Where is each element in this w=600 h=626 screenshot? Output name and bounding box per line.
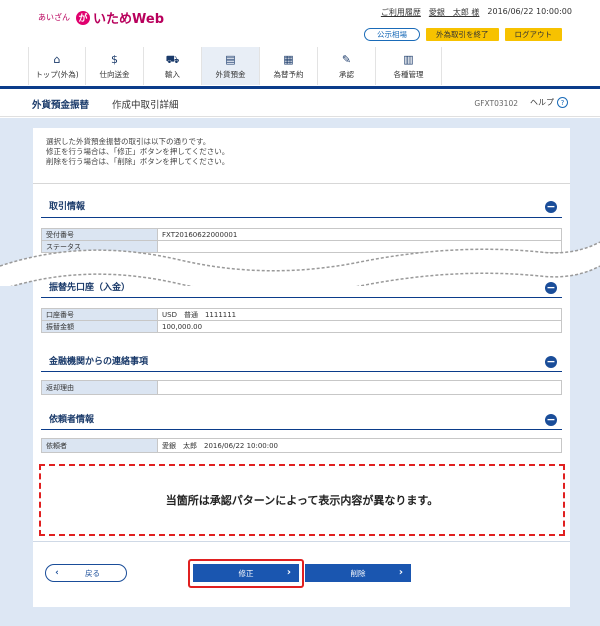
requester-table: 依頼者 愛銀 太郎 2016/06/22 10:00:00 bbox=[41, 438, 562, 453]
login-datetime: 2016/06/22 10:00:00 bbox=[487, 7, 572, 16]
back-label: 戻る bbox=[85, 568, 100, 578]
top-buttons: 公示相場 外為取引を終了 ログアウト bbox=[364, 28, 562, 41]
section-underline bbox=[41, 217, 562, 218]
deposit-icon: ▤ bbox=[225, 52, 236, 66]
delete-label: 削除 bbox=[350, 568, 366, 578]
table-row: 返却理由 bbox=[41, 380, 562, 395]
row-value: USD 普通 1111111 bbox=[157, 308, 562, 321]
global-nav: ⌂ トップ(外為) $ 仕向送金 ⛟ 輸入 ▤ 外貨預金 ▦ 為替予約 ✎ 承認… bbox=[28, 47, 442, 85]
nav-top[interactable]: ⌂ トップ(外為) bbox=[28, 47, 86, 85]
row-label: 返却理由 bbox=[41, 380, 158, 395]
section-title-bank-notice: 金融機関からの連絡事項 bbox=[49, 357, 149, 367]
settings-icon: ▥ bbox=[403, 52, 414, 66]
destination-table: 口座番号 USD 普通 1111111 振替金額 100,000.00 bbox=[41, 308, 562, 333]
delete-button[interactable]: 削除 › bbox=[305, 564, 411, 582]
row-label: 振替金額 bbox=[41, 320, 158, 333]
table-row: 口座番号 USD 普通 1111111 bbox=[41, 308, 562, 321]
page-title: 作成中取引詳細 bbox=[112, 100, 179, 111]
intro-line: 選択した外貨預金振替の取引は以下の通りです。 bbox=[46, 137, 211, 146]
home-icon: ⌂ bbox=[53, 52, 61, 66]
row-label: 口座番号 bbox=[41, 308, 158, 321]
detail-panel: 選択した外貨預金振替の取引は以下の通りです。 修正を行う場合は、「修正」ボタンを… bbox=[33, 128, 570, 541]
help-icon: ? bbox=[557, 97, 568, 108]
section-title-transaction: 取引情報 bbox=[49, 202, 86, 212]
import-icon: ⛟ bbox=[165, 52, 180, 66]
logo-small-text: あいざん bbox=[38, 13, 70, 22]
intro-line: 削除を行う場合は、「削除」ボタンを押してください。 bbox=[46, 157, 230, 166]
nav-label: 輸入 bbox=[165, 69, 180, 79]
public-rate-button[interactable]: 公示相場 bbox=[364, 28, 420, 41]
fx-contract-icon: ▦ bbox=[283, 52, 294, 66]
help-link[interactable]: ヘルプ ? bbox=[530, 97, 568, 108]
intro-text: 選択した外貨預金振替の取引は以下の通りです。 修正を行う場合は、「修正」ボタンを… bbox=[46, 137, 229, 167]
nav-label: 各種管理 bbox=[393, 69, 424, 79]
row-value: 100,000.00 bbox=[157, 320, 562, 333]
end-fx-button[interactable]: 外為取引を終了 bbox=[426, 28, 499, 41]
approval-icon: ✎ bbox=[341, 52, 352, 66]
table-row: 依頼者 愛銀 太郎 2016/06/22 10:00:00 bbox=[41, 438, 562, 453]
screen-id: GFXT03102 bbox=[474, 99, 518, 108]
nav-label: 仕向送金 bbox=[99, 69, 130, 79]
nav-deposit[interactable]: ▤ 外貨預金 bbox=[202, 47, 260, 85]
nav-remittance[interactable]: $ 仕向送金 bbox=[86, 47, 144, 85]
user-name[interactable]: 愛銀 太郎 様 bbox=[429, 7, 480, 18]
section-underline bbox=[41, 371, 562, 372]
logout-button[interactable]: ログアウト bbox=[504, 28, 562, 41]
table-row: 振替金額 100,000.00 bbox=[41, 320, 562, 333]
chevron-right-icon: › bbox=[286, 567, 291, 578]
row-label: 依頼者 bbox=[41, 438, 158, 453]
chevron-left-icon: ‹ bbox=[55, 568, 59, 578]
row-value bbox=[157, 380, 562, 395]
remittance-icon: $ bbox=[111, 52, 118, 66]
row-value: 愛銀 太郎 2016/06/22 10:00:00 bbox=[157, 438, 562, 453]
nav-label: 為替予約 bbox=[273, 69, 304, 79]
collapse-icon[interactable]: − bbox=[545, 356, 557, 368]
bank-logo[interactable]: あいざん が いためWeb bbox=[38, 8, 164, 27]
back-button[interactable]: ‹ 戻る bbox=[45, 564, 127, 582]
modify-button[interactable]: 修正 › bbox=[193, 564, 299, 582]
bank-notice-table: 返却理由 bbox=[41, 380, 562, 395]
logo-mark-icon: が bbox=[76, 10, 90, 25]
intro-line: 修正を行う場合は、「修正」ボタンを押してください。 bbox=[46, 147, 230, 156]
nav-label: 外貨預金 bbox=[215, 69, 246, 79]
section-title-requester: 依頼者情報 bbox=[49, 415, 95, 425]
history-link[interactable]: ご利用履歴 bbox=[381, 7, 421, 18]
collapse-icon[interactable]: − bbox=[545, 414, 557, 426]
section-underline bbox=[41, 297, 562, 298]
approval-pattern-note: 当箇所は承認パターンによって表示内容が異なります。 bbox=[39, 464, 565, 536]
nav-label: トップ(外為) bbox=[35, 69, 79, 79]
page-category: 外貨預金振替 bbox=[32, 100, 90, 111]
nav-import[interactable]: ⛟ 輸入 bbox=[144, 47, 202, 85]
section-underline bbox=[41, 429, 562, 430]
help-label: ヘルプ bbox=[530, 98, 554, 107]
footer-actions: ‹ 戻る 修正 › 削除 › bbox=[33, 542, 570, 607]
divider bbox=[33, 183, 570, 184]
title-row: 外貨預金振替 作成中取引詳細 GFXT03102 ヘルプ ? bbox=[0, 89, 600, 117]
header: あいざん が いためWeb ご利用履歴 愛銀 太郎 様 2016/06/22 1… bbox=[0, 0, 600, 88]
logo-name: いためWeb bbox=[93, 12, 164, 27]
collapse-icon[interactable]: − bbox=[545, 201, 557, 213]
nav-approval[interactable]: ✎ 承認 bbox=[318, 47, 376, 85]
modify-label: 修正 bbox=[238, 568, 254, 578]
user-bar: ご利用履歴 愛銀 太郎 様 2016/06/22 10:00:00 bbox=[381, 7, 572, 18]
chevron-right-icon: › bbox=[398, 567, 403, 578]
nav-label: 承認 bbox=[339, 69, 354, 79]
page-break-wave bbox=[0, 241, 600, 286]
nav-fx-contract[interactable]: ▦ 為替予約 bbox=[260, 47, 318, 85]
nav-settings[interactable]: ▥ 各種管理 bbox=[376, 47, 442, 85]
